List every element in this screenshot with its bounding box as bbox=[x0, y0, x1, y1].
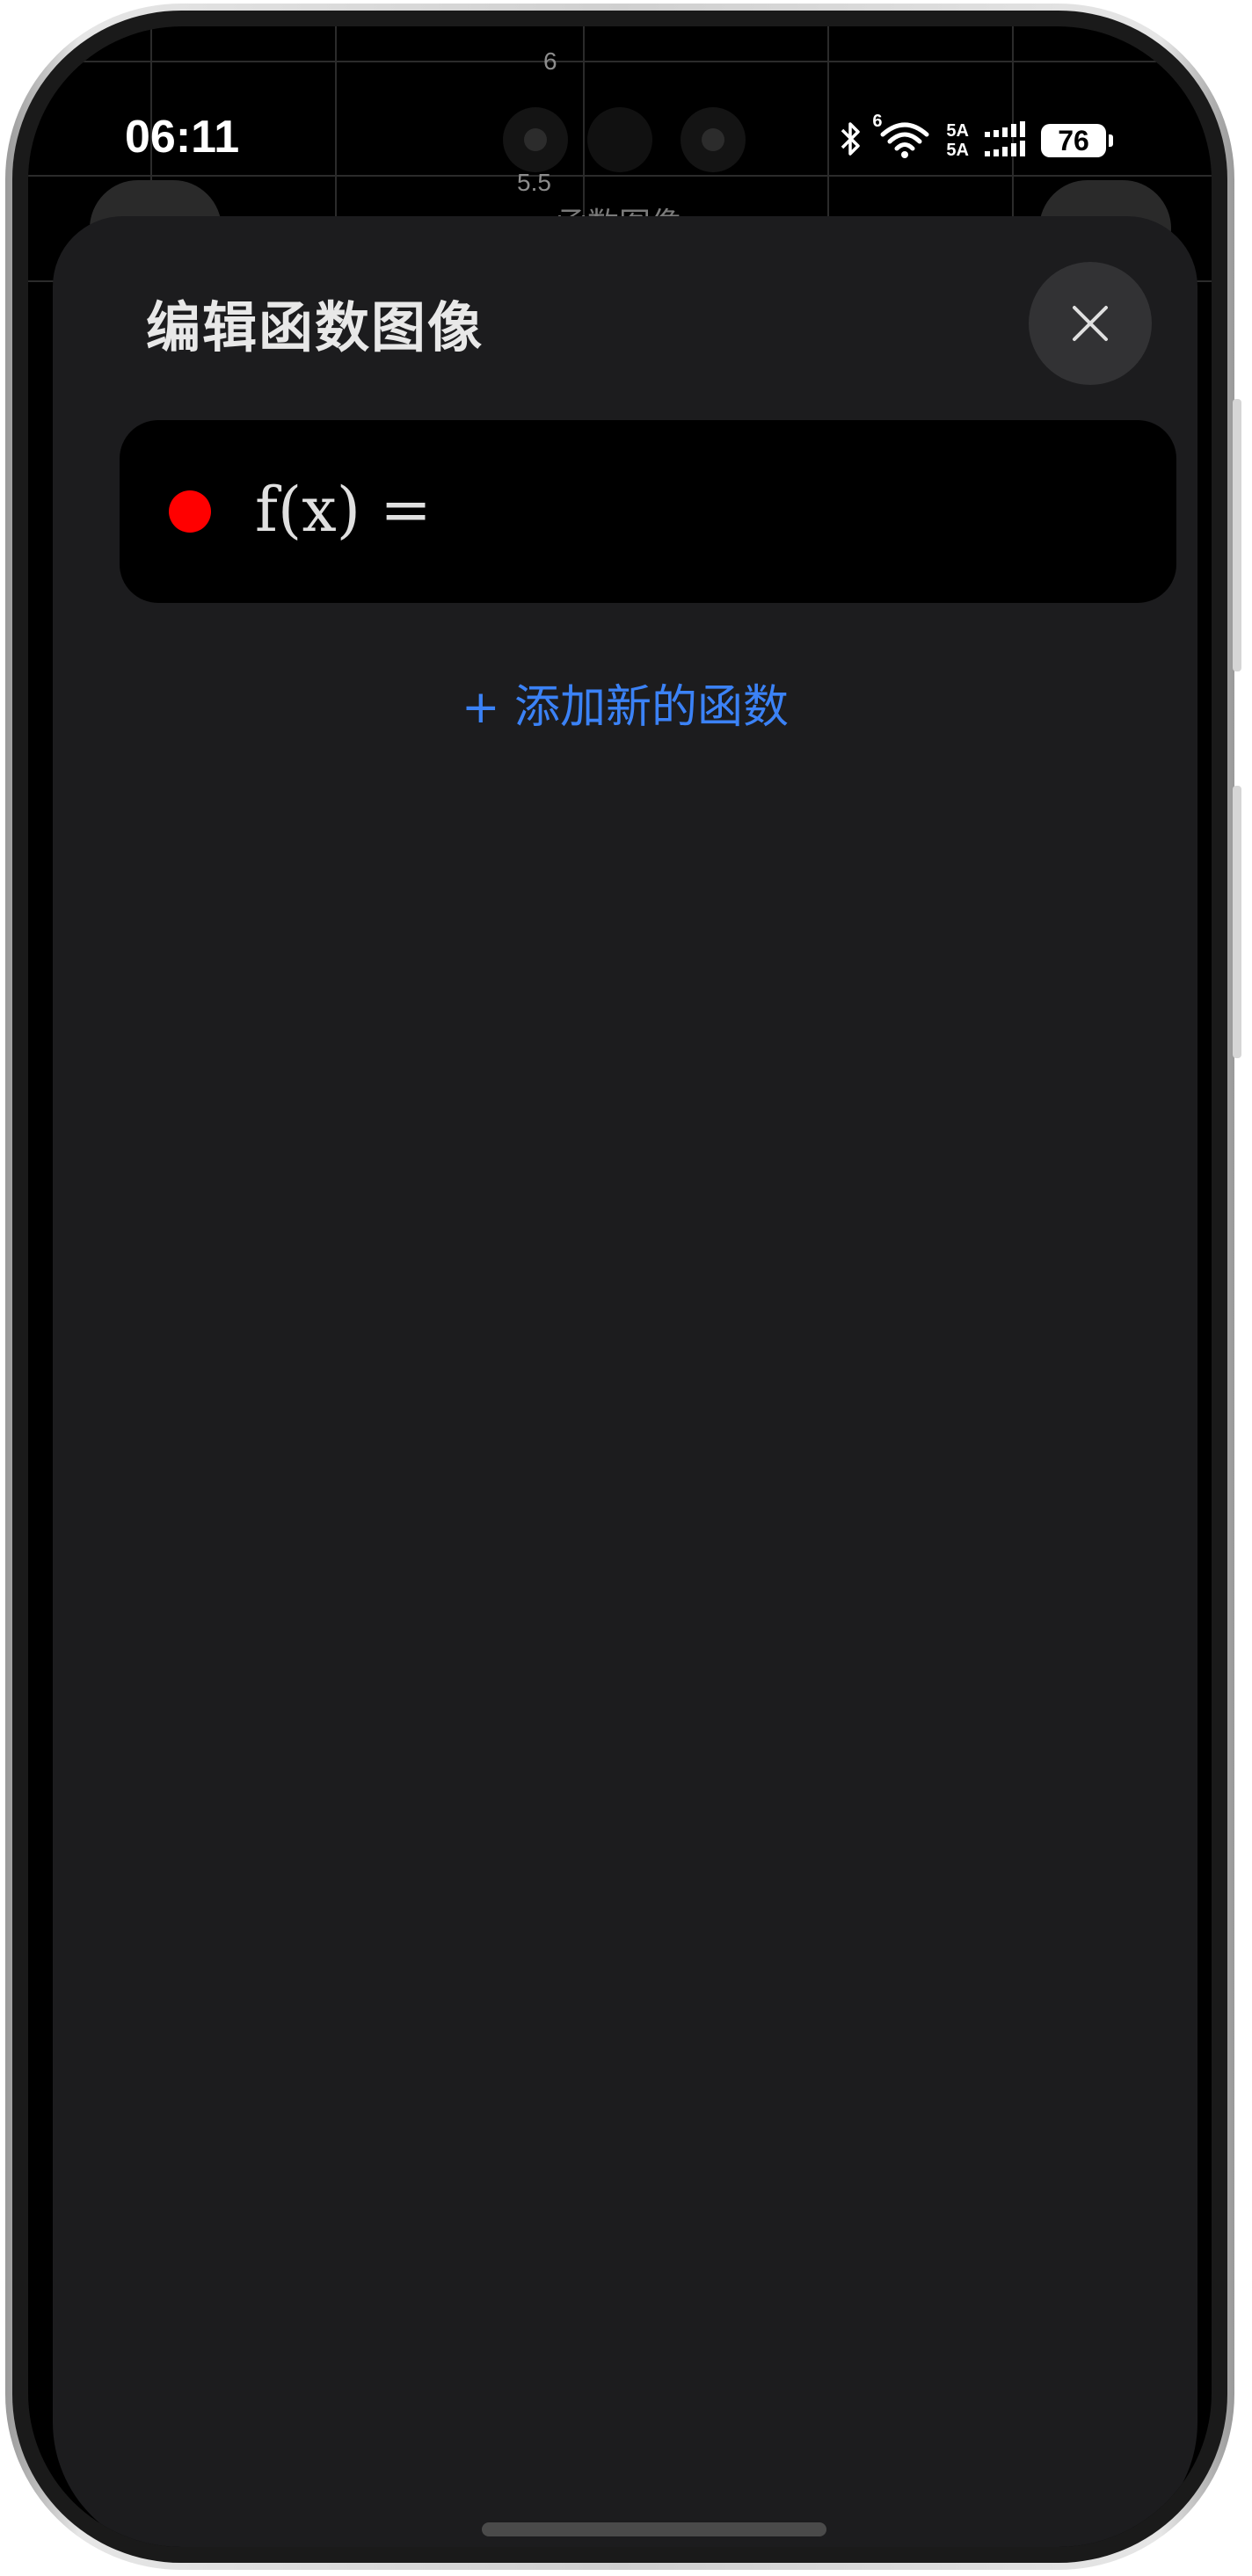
power-button bbox=[1233, 786, 1241, 1058]
status-icons: 6 5A 5A 76 bbox=[837, 112, 1113, 167]
camera-icon bbox=[503, 107, 568, 172]
phone-bezel: 6 5.5 函数图像 06:11 bbox=[12, 11, 1227, 2563]
network-label-bottom: 5A bbox=[946, 141, 969, 160]
edit-function-sheet: 编辑函数图像 f(x) = + 添加新的函数 bbox=[53, 216, 1197, 2547]
function-label: f(x) = bbox=[255, 474, 432, 546]
wifi-icon: 6 bbox=[872, 112, 932, 163]
volume-button bbox=[1233, 399, 1241, 671]
phone-frame: 6 5.5 函数图像 06:11 bbox=[5, 4, 1241, 2570]
network-label-top: 5A bbox=[946, 121, 969, 141]
battery-icon: 76 bbox=[1041, 124, 1113, 157]
signal-icon bbox=[983, 120, 1027, 162]
front-camera bbox=[587, 107, 652, 172]
add-function-button[interactable]: + 添加新的函数 bbox=[53, 670, 1197, 736]
y-tick-label: 5.5 bbox=[517, 169, 551, 196]
bluetooth-icon bbox=[837, 120, 863, 162]
sheet-title: 编辑函数图像 bbox=[146, 295, 484, 359]
wifi-badge: 6 bbox=[872, 112, 883, 131]
close-button[interactable] bbox=[1029, 262, 1152, 385]
function-input-row[interactable]: f(x) = bbox=[120, 420, 1176, 603]
status-time: 06:11 bbox=[125, 112, 240, 163]
network-labels: 5A 5A bbox=[946, 121, 969, 160]
home-indicator[interactable] bbox=[482, 2522, 826, 2536]
function-color-dot bbox=[169, 490, 211, 533]
y-tick-label: 6 bbox=[543, 47, 557, 75]
camera-icon bbox=[681, 107, 746, 172]
battery-level: 76 bbox=[1058, 124, 1089, 156]
screen: 6 5.5 函数图像 06:11 bbox=[28, 26, 1212, 2547]
close-icon bbox=[1073, 306, 1108, 341]
